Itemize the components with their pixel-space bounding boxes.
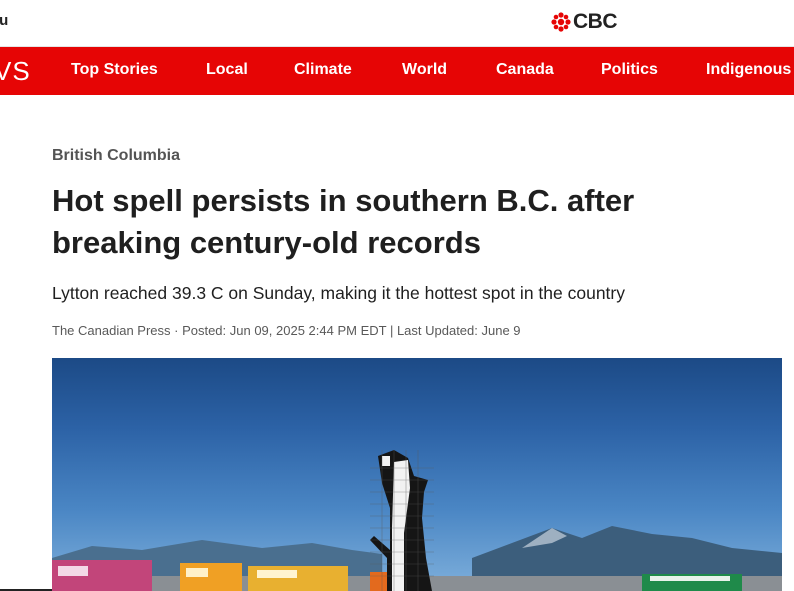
cbc-logo-text: CBC: [573, 10, 618, 33]
news-brand-link[interactable]: VS: [0, 56, 31, 87]
nav-item-canada[interactable]: Canada: [496, 61, 554, 79]
headline: Hot spell persists in southern B.C. afte…: [52, 180, 742, 264]
category-link[interactable]: British Columbia: [52, 147, 180, 165]
nav-item-world[interactable]: World: [402, 61, 447, 79]
menu-button[interactable]: nu: [0, 12, 8, 29]
byline: The Canadian Press · Posted: Jun 09, 202…: [52, 323, 521, 338]
nav-item-indigenous[interactable]: Indigenous: [706, 61, 791, 79]
hero-image[interactable]: [52, 358, 782, 591]
nav-item-local[interactable]: Local: [206, 61, 248, 79]
headline-line-2: breaking century-old records: [52, 225, 481, 260]
nav-item-politics[interactable]: Politics: [601, 61, 658, 79]
cbc-logo[interactable]: CBC: [551, 10, 618, 33]
headline-line-1: Hot spell persists in southern B.C. afte…: [52, 183, 635, 218]
cbc-gem-icon: [551, 12, 571, 32]
top-bar: nu CBC: [0, 0, 794, 47]
nav-item-top-stories[interactable]: Top Stories: [71, 61, 158, 79]
article-deck: Lytton reached 39.3 C on Sunday, making …: [52, 283, 625, 303]
hero-illustration: [52, 450, 782, 591]
nav-item-climate[interactable]: Climate: [294, 61, 352, 79]
main-nav: VS Top Stories Local Climate World Canad…: [0, 47, 794, 95]
